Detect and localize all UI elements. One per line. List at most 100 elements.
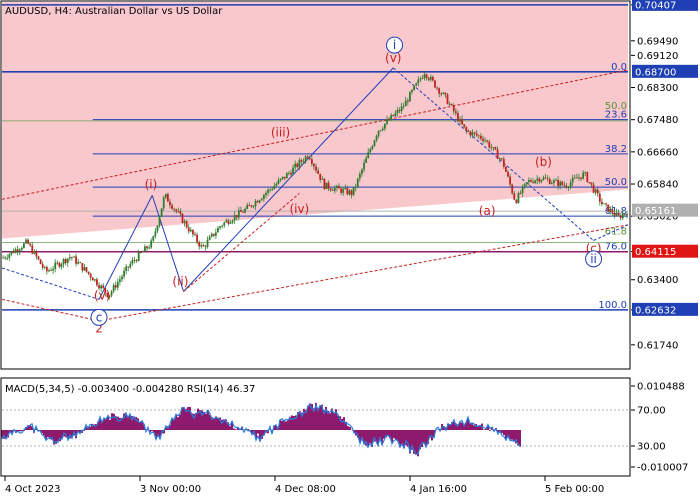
oscillator-label: MACD(5,34,5) -0.003400 -0.004280 RSI(14)… xyxy=(5,384,255,395)
candle-body xyxy=(66,258,69,263)
candle-body xyxy=(85,267,88,272)
candle-body xyxy=(48,270,50,272)
candle-body xyxy=(446,94,449,105)
candle-body xyxy=(457,113,459,122)
candle-body xyxy=(39,259,42,265)
candle-body xyxy=(321,178,324,180)
candle-body xyxy=(417,79,420,84)
candle-body xyxy=(77,262,80,264)
candle-body xyxy=(517,193,520,203)
candle-body xyxy=(454,111,457,114)
chart-title: AUDUSD, H4: Australian Dollar vs US Doll… xyxy=(5,6,223,17)
price-tag-label: 0.68700 xyxy=(635,67,676,78)
candle-body xyxy=(219,226,221,228)
osc-tick-label: 0.010488 xyxy=(637,382,685,393)
candle-body xyxy=(135,260,138,262)
candle-body xyxy=(538,178,541,182)
candle-body xyxy=(304,156,307,162)
candle-body xyxy=(438,88,441,94)
candle-body xyxy=(43,267,46,268)
candle-body xyxy=(569,182,572,188)
candle-body xyxy=(137,252,140,262)
candle-body xyxy=(6,257,9,259)
candle-body xyxy=(452,105,455,112)
candle-body xyxy=(546,178,549,180)
candle-body xyxy=(561,181,564,185)
candle-body xyxy=(388,119,390,121)
candle-body xyxy=(375,135,378,141)
candle-body xyxy=(150,240,153,248)
candle-body xyxy=(530,180,532,182)
candle-body xyxy=(308,158,311,160)
candle-body xyxy=(54,262,57,269)
candle-body xyxy=(467,130,470,132)
candle-body xyxy=(194,234,196,236)
candle-body xyxy=(154,231,157,237)
candle-body xyxy=(114,285,117,288)
candle-body xyxy=(133,260,136,262)
candle-body xyxy=(369,149,372,153)
candle-body xyxy=(10,251,13,255)
candle-body xyxy=(448,103,451,105)
price-tick-label: 0.68300 xyxy=(637,83,678,94)
candle-body xyxy=(626,214,628,216)
candle-body xyxy=(189,229,192,232)
candle-body xyxy=(125,266,128,271)
candle-body xyxy=(75,256,77,264)
candle-body xyxy=(275,183,278,186)
candle-body xyxy=(477,135,480,137)
candle-body xyxy=(381,128,384,131)
candle-body xyxy=(71,257,73,258)
candle-body xyxy=(327,182,330,189)
candle-body xyxy=(386,119,388,124)
candle-body xyxy=(542,177,545,180)
candle-body xyxy=(33,251,36,254)
candle-body xyxy=(52,268,55,271)
candle-body xyxy=(521,186,524,194)
candle-body xyxy=(294,163,297,168)
candle-body xyxy=(131,260,134,264)
candle-body xyxy=(409,91,411,102)
osc-tick-label: -0.010007 xyxy=(637,463,688,474)
candle-body xyxy=(392,115,395,117)
candle-body xyxy=(35,251,38,257)
candle-body xyxy=(242,211,244,213)
candle-body xyxy=(578,177,580,179)
candle-body xyxy=(250,205,253,207)
candle-body xyxy=(91,277,94,281)
price-tick-label: 0.69120 xyxy=(637,51,678,62)
candle-body xyxy=(112,285,115,292)
candle-body xyxy=(202,245,205,247)
candle-body xyxy=(96,279,98,286)
candle-body xyxy=(116,281,119,288)
candle-body xyxy=(265,192,267,195)
candle-body xyxy=(505,166,507,172)
candle-body xyxy=(423,74,426,79)
candle-body xyxy=(567,187,570,188)
candle-body xyxy=(596,189,599,194)
candle-body xyxy=(340,188,342,193)
candle-body xyxy=(427,77,430,80)
candle-body xyxy=(373,140,376,147)
candle-body xyxy=(56,262,59,264)
candle-body xyxy=(365,158,368,163)
candle-body xyxy=(379,130,382,131)
time-tick-label: 3 Nov 00:00 xyxy=(140,484,201,495)
candle-body xyxy=(400,106,403,112)
candle-body xyxy=(421,78,424,79)
price-tick-label: 0.61740 xyxy=(637,340,678,351)
candle-body xyxy=(594,189,597,193)
candle-body xyxy=(473,132,476,134)
candle-body xyxy=(73,256,75,258)
candle-body xyxy=(160,208,163,217)
candle-body xyxy=(402,106,405,107)
candle-body xyxy=(254,201,257,207)
candle-body xyxy=(429,76,432,80)
candle-body xyxy=(588,182,591,183)
candle-body xyxy=(601,201,603,204)
candle-body xyxy=(298,160,301,167)
candle-body xyxy=(550,183,553,185)
fib-label: 50.0 xyxy=(605,177,627,188)
candle-body xyxy=(58,262,61,267)
candle-body xyxy=(350,190,353,195)
